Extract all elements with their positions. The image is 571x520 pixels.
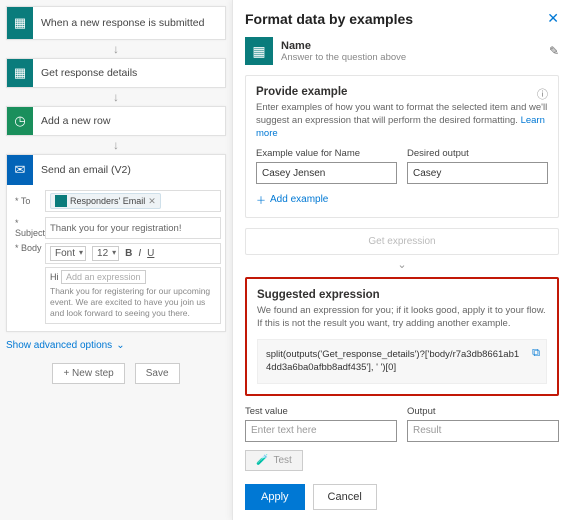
body-preview-text: Thank you for registering for our upcomi… (50, 286, 216, 319)
font-size-select[interactable]: 12 (92, 246, 119, 261)
arrow-down-icon: ↓ (113, 138, 119, 152)
copy-icon[interactable]: ⧉ (532, 346, 540, 361)
flow-step-title: Send an email (V2) (33, 164, 131, 176)
forms-icon: ▦ (7, 7, 33, 39)
underline-button[interactable]: U (147, 248, 154, 259)
token-label: Responders' Email (70, 196, 145, 206)
test-value-input[interactable] (245, 420, 397, 442)
panel-title: Format data by examples (245, 11, 413, 27)
forms-icon (55, 195, 67, 207)
output-label: Output (407, 406, 559, 417)
provide-title: Provide example (256, 86, 548, 98)
flow-step-title: Get response details (33, 67, 137, 79)
field-name: Name (281, 40, 541, 52)
output-field (407, 420, 559, 442)
chevron-down-icon[interactable]: ⌄ (397, 259, 406, 271)
flow-step-add-row[interactable]: ◷ Add a new row (6, 106, 226, 136)
flow-step-title: When a new response is submitted (33, 17, 204, 29)
font-select[interactable]: Font (50, 246, 86, 261)
add-expression-pill[interactable]: Add an expression (61, 270, 146, 284)
suggested-expression-card: Suggested expression We found an express… (245, 277, 559, 395)
desired-output-input[interactable] (407, 162, 548, 184)
email-step-header[interactable]: ✉ Send an email (V2) (7, 155, 225, 185)
arrow-down-icon: ↓ (113, 42, 119, 56)
close-icon[interactable]: ✕ (547, 10, 559, 27)
dynamic-token-responders-email[interactable]: Responders' Email ✕ (50, 193, 161, 209)
flow-step-send-email: ✉ Send an email (V2) * To Responders' Em… (6, 154, 226, 332)
example-value-label: Example value for Name (256, 148, 397, 159)
flow-step-get-response[interactable]: ▦ Get response details (6, 58, 226, 88)
provide-desc: Enter examples of how you want to format… (256, 102, 548, 140)
example-value-input[interactable] (256, 162, 397, 184)
body-editor[interactable]: Hi Add an expression Thank you for regis… (45, 267, 221, 324)
subject-label: * Subject (11, 218, 45, 238)
arrow-down-icon: ↓ (113, 90, 119, 104)
show-advanced-options[interactable]: Show advanced options ⌄ (6, 340, 125, 351)
bold-button[interactable]: B (125, 248, 132, 259)
to-label: * To (11, 196, 45, 206)
cancel-button[interactable]: Cancel (313, 484, 377, 510)
subject-field[interactable]: Thank you for your registration! (45, 217, 221, 239)
info-icon[interactable]: ⓘ (537, 86, 548, 102)
expression-code: split(outputs('Get_response_details')?['… (257, 339, 547, 384)
flow-canvas: ▦ When a new response is submitted ↓ ▦ G… (0, 0, 232, 520)
test-button[interactable]: 🧪 Test (245, 450, 303, 471)
save-button[interactable]: Save (135, 363, 180, 384)
add-example-button[interactable]: ＋ Add example (256, 192, 328, 207)
dataverse-icon: ◷ (7, 107, 33, 135)
chevron-down-icon: ⌄ (116, 340, 124, 351)
suggested-title: Suggested expression (257, 289, 547, 301)
outlook-icon: ✉ (7, 155, 33, 185)
forms-icon: ▦ (245, 37, 273, 65)
forms-icon: ▦ (7, 59, 33, 87)
suggested-desc: We found an expression for you; if it lo… (257, 305, 547, 331)
new-step-button[interactable]: + New step (52, 363, 124, 384)
test-value-label: Test value (245, 406, 397, 417)
to-field[interactable]: Responders' Email ✕ (45, 190, 221, 212)
remove-token-icon[interactable]: ✕ (148, 196, 156, 207)
edit-icon[interactable]: ✎ (549, 44, 559, 58)
flow-step-title: Add a new row (33, 115, 110, 127)
body-label: * Body (11, 243, 45, 253)
provide-example-card: ⓘ Provide example Enter examples of how … (245, 75, 559, 218)
field-subtitle: Answer to the question above (281, 52, 541, 63)
italic-button[interactable]: I (138, 248, 141, 259)
get-expression-button: Get expression (245, 228, 559, 255)
rich-text-toolbar: Font 12 B I U (45, 243, 221, 264)
flow-step-trigger[interactable]: ▦ When a new response is submitted (6, 6, 226, 40)
desired-output-label: Desired output (407, 148, 548, 159)
apply-button[interactable]: Apply (245, 484, 305, 510)
format-data-panel: Format data by examples ✕ ▦ Name Answer … (232, 0, 571, 520)
